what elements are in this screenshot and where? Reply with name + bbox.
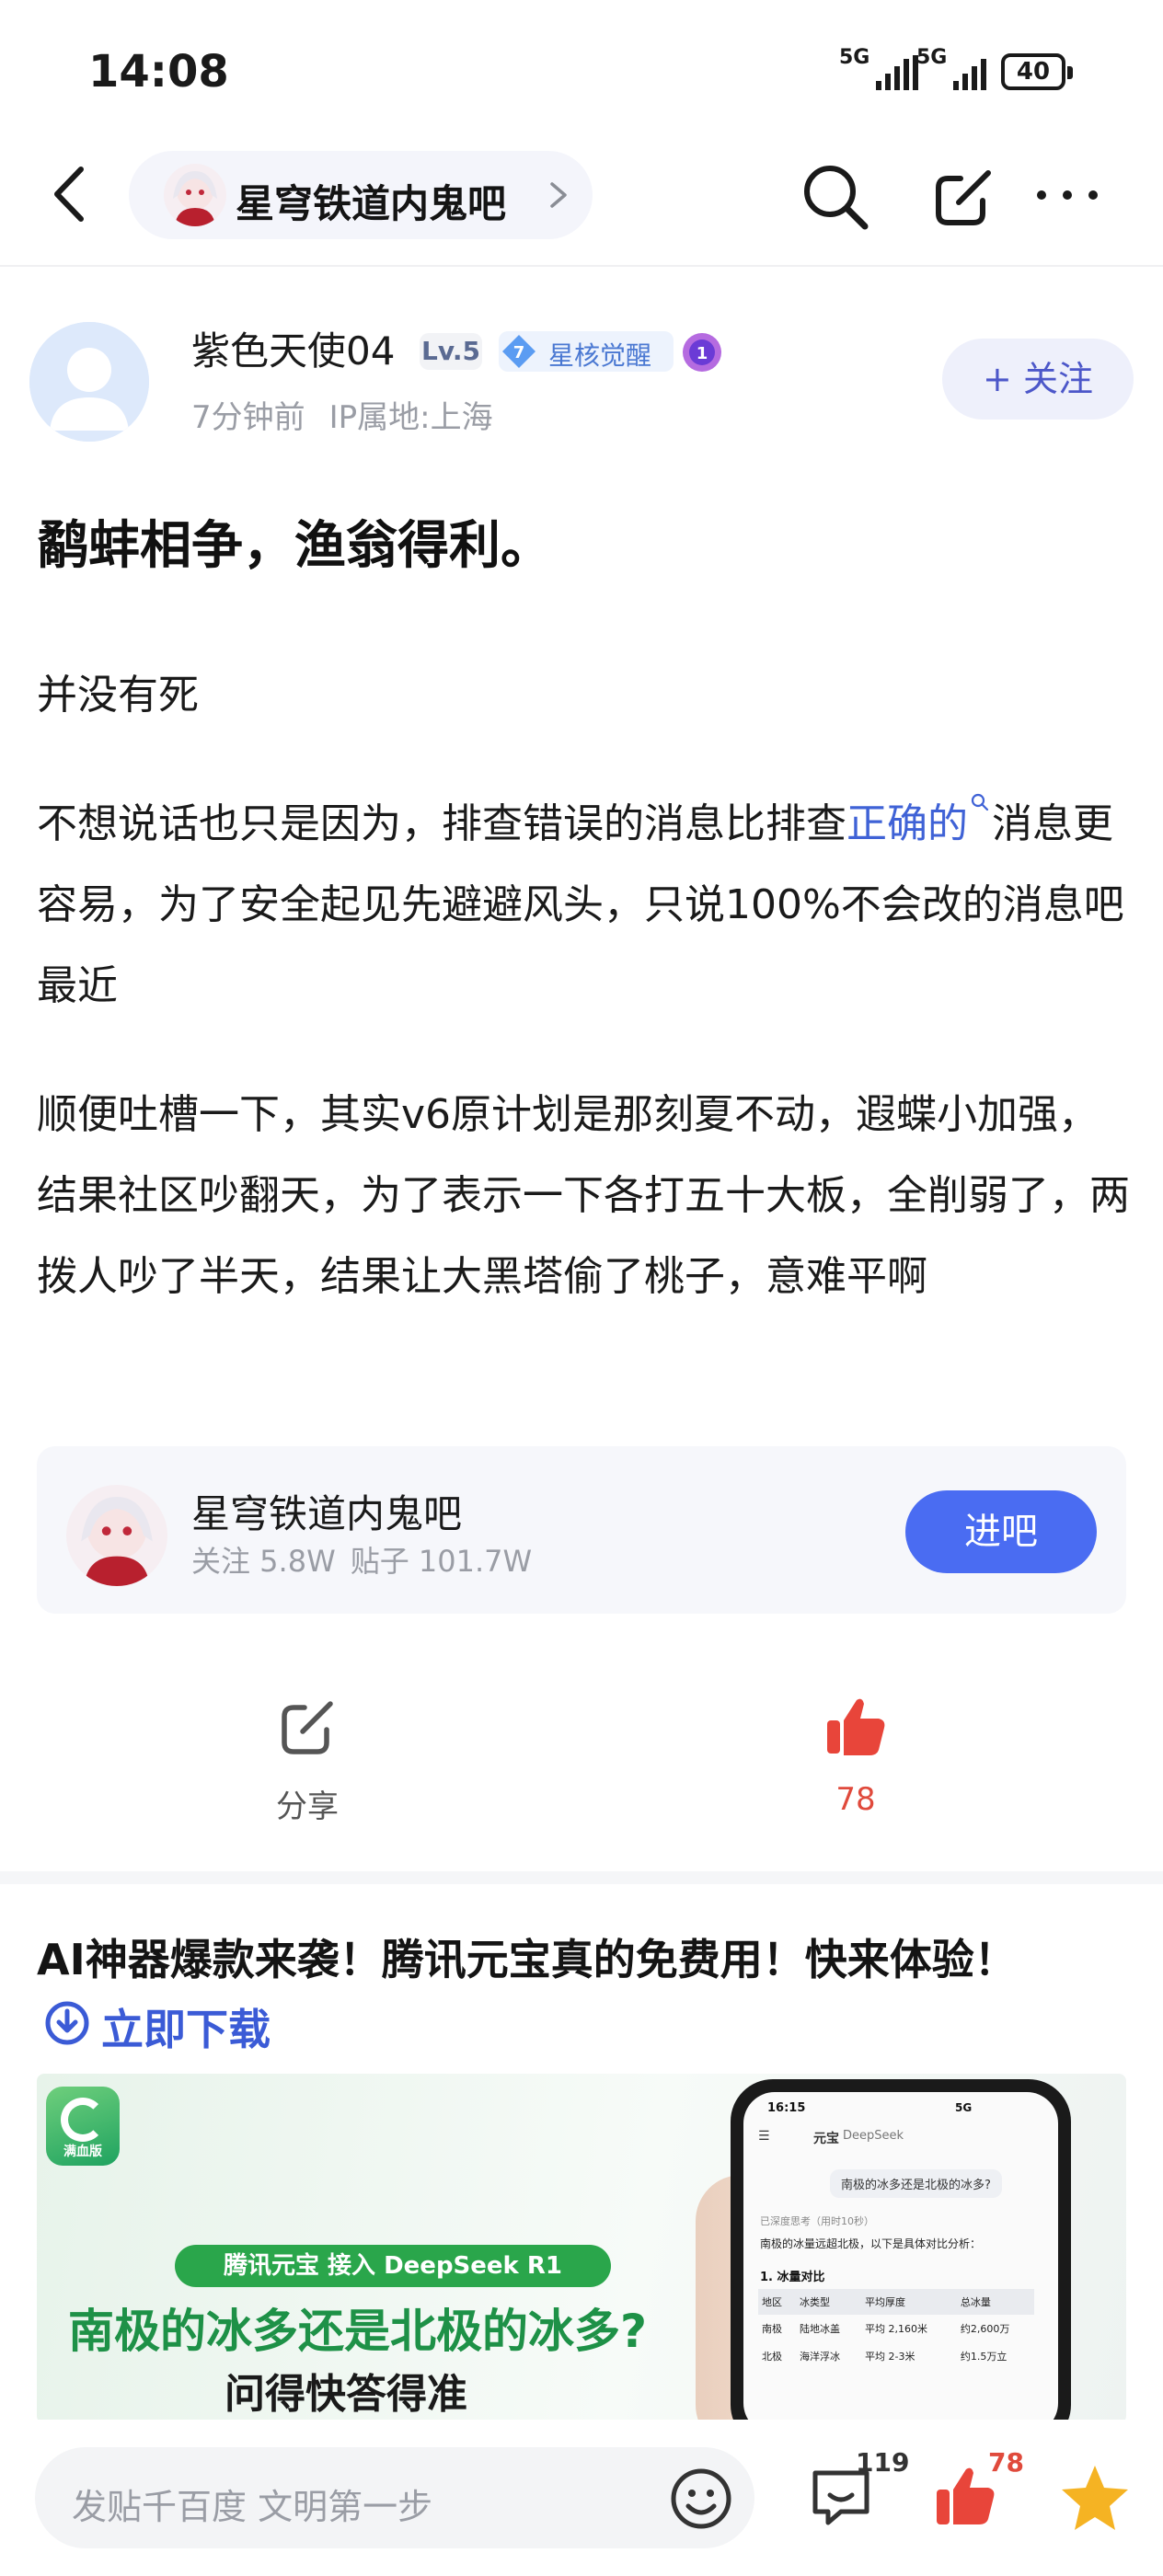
comment-count: 119 (856, 2447, 910, 2478)
paragraph-2-text-a: 不想说话也只是因为，排查错误的消息比排查 (37, 800, 846, 847)
like-action[interactable]: 78 (800, 1693, 911, 1818)
more-options-icon[interactable] (1034, 180, 1100, 210)
signal-2: 5G (916, 48, 999, 94)
ad-banner-image[interactable]: 满血版 腾讯元宝 接入 DeepSeek R1 南极的冰多还是北极的冰多? 问得… (37, 2074, 1126, 2423)
ad-pill: 腾讯元宝 接入 DeepSeek R1 (175, 2245, 611, 2287)
signal-bars-icon (953, 59, 986, 90)
share-label: 分享 (276, 1788, 339, 1825)
phone-table: 地区 冰类型 平均厚度 总冰量 南极 陆地冰盖 平均 2,160米 约2,600… (758, 2289, 1034, 2370)
medal-icon: 1 (683, 333, 721, 372)
reply-placeholder: 发贴千百度 文明第一步 (72, 2487, 433, 2527)
table-header: 冰类型 (796, 2289, 862, 2315)
app-logo: 满血版 (46, 2087, 120, 2166)
author-name[interactable]: 紫色天使04 (191, 320, 395, 376)
phone-section: 1. 冰量对比 (760, 2271, 825, 2284)
table-cell: 海洋浮冰 (800, 2351, 840, 2363)
section-divider (0, 1871, 1163, 1884)
enter-forum-button[interactable]: 进吧 (905, 1490, 1097, 1573)
top-nav: 星穹铁道内鬼吧 (0, 138, 1163, 267)
back-arrow-icon[interactable] (46, 162, 101, 226)
bottom-like-count: 78 (988, 2447, 1024, 2478)
badge-text: 星核觉醒 (548, 340, 652, 371)
reply-input[interactable]: 发贴千百度 文明第一步 (35, 2447, 754, 2548)
menu-icon: ☰ (758, 2129, 770, 2144)
signal-2-label: 5G (916, 46, 948, 69)
table-cell: 南极 (762, 2323, 782, 2335)
level-badge: Lv.5 (420, 333, 482, 370)
phone-answer: 南极的冰量远超北极，以下是具体对比分析： (760, 2237, 982, 2250)
logo-text: 满血版 (63, 2145, 102, 2159)
ad-headline: 南极的冰多还是北极的冰多? (68, 2305, 648, 2358)
ad-title[interactable]: AI神器爆款来袭！腾讯元宝真的免费用！快来体验！ (37, 1926, 1017, 1987)
table-header: 地区 (758, 2289, 796, 2315)
phone-signal: 5G (955, 2101, 973, 2114)
like-count: 78 (835, 1781, 876, 1818)
table-cell: 约2,600万 (960, 2323, 1010, 2335)
battery-icon: 40 (1001, 53, 1073, 90)
favorite-star-icon[interactable] (1058, 2460, 1132, 2534)
forum-card-stats: 关注 5.8W 贴子 101.7W (191, 1538, 532, 1581)
phone-app-name: 元宝 (813, 2132, 839, 2146)
table-row: 南极 陆地冰盖 平均 2,160米 约2,600万 (758, 2315, 1034, 2342)
share-action[interactable]: 分享 (252, 1693, 363, 1826)
forum-card[interactable]: 星穹铁道内鬼吧 关注 5.8W 贴子 101.7W 进吧 (37, 1446, 1126, 1614)
signal-bars-icon (876, 55, 918, 90)
phone-model-name: DeepSeek (843, 2129, 904, 2143)
phone-question: 南极的冰多还是北极的冰多? (830, 2169, 1002, 2198)
download-label: 立即下载 (101, 2005, 271, 2054)
post-meta: 7分钟前 IP属地:上海 (191, 392, 493, 437)
emoji-icon[interactable] (668, 2466, 734, 2532)
post-paragraph-3: 顺便吐槽一下，其实v6原计划是那刻夏不动，遐蝶小加强，结果社区吵翻天，为了表示一… (37, 1091, 1130, 1300)
search-link[interactable]: 正确的 (846, 800, 968, 847)
battery-level: 40 (1016, 58, 1051, 86)
badge-level: 7 (513, 343, 525, 362)
ad-subheadline: 问得快答得准 (225, 2371, 467, 2418)
magnifier-icon[interactable] (968, 789, 992, 826)
status-bar: 14:08 5G 5G 40 (0, 0, 1163, 138)
post-paragraph-2: 不想说话也只是因为，排查错误的消息比排查正确的 消息更容易，为了安全起见先避避风头… (37, 784, 1132, 1027)
table-header: 总冰量 (956, 2289, 1034, 2315)
table-header: 平均厚度 (861, 2289, 957, 2315)
ip-location: IP属地:上海 (328, 399, 493, 436)
bottom-bar: 发贴千百度 文明第一步 119 78 (0, 2420, 1163, 2576)
phone-time: 16:15 (767, 2101, 806, 2115)
phone-mockup: 16:15 5G ☰ 元宝 DeepSeek 南极的冰多还是北极的冰多? 已深度… (731, 2079, 1071, 2423)
share-edit-icon[interactable] (929, 162, 999, 232)
author-header: 紫色天使04 Lv.5 7 星核觉醒 1 7分钟前 IP属地:上海 + 关注 (0, 304, 1163, 451)
table-cell: 北极 (762, 2351, 782, 2363)
search-icon[interactable] (799, 160, 872, 234)
table-cell: 平均 2-3米 (865, 2351, 915, 2363)
post-paragraph-1: 并没有死 (37, 672, 199, 719)
forum-followers: 关注 5.8W (191, 1544, 336, 1579)
post-title: 鹬蚌相争，渔翁得利。 (37, 516, 552, 576)
forum-card-avatar (66, 1485, 167, 1586)
author-avatar[interactable] (29, 322, 149, 442)
status-time: 14:08 (88, 46, 229, 98)
table-row: 北极 海洋浮冰 平均 2-3米 约1.5万立 (758, 2342, 1034, 2370)
forum-link-pill[interactable]: 星穹铁道内鬼吧 (129, 151, 593, 239)
forum-avatar (164, 164, 226, 226)
post-time: 7分钟前 (191, 399, 305, 436)
diamond-badge-icon: 7 (502, 335, 535, 368)
thumbs-up-icon (827, 1698, 885, 1755)
chevron-right-icon (550, 182, 567, 208)
table-cell: 平均 2,160米 (865, 2323, 928, 2335)
forum-card-name: 星穹铁道内鬼吧 (191, 1491, 463, 1536)
table-cell: 陆地冰盖 (800, 2323, 840, 2335)
phone-screen: 16:15 5G ☰ 元宝 DeepSeek 南极的冰多还是北极的冰多? 已深度… (743, 2092, 1058, 2423)
follow-button[interactable]: + 关注 (942, 339, 1134, 420)
phone-thinking: 已深度思考（用时10秒） (760, 2215, 874, 2227)
forum-name: 星穹铁道内鬼吧 (236, 181, 507, 226)
signal-1-label: 5G (839, 46, 870, 69)
signal-1: 5G (839, 48, 922, 94)
download-icon (45, 2001, 89, 2045)
table-cell: 约1.5万立 (960, 2351, 1008, 2363)
medal-number: 1 (697, 344, 708, 363)
forum-posts: 贴子 101.7W (350, 1544, 533, 1579)
share-icon (282, 1701, 333, 1754)
title-badge: 7 星核觉醒 (499, 331, 674, 372)
